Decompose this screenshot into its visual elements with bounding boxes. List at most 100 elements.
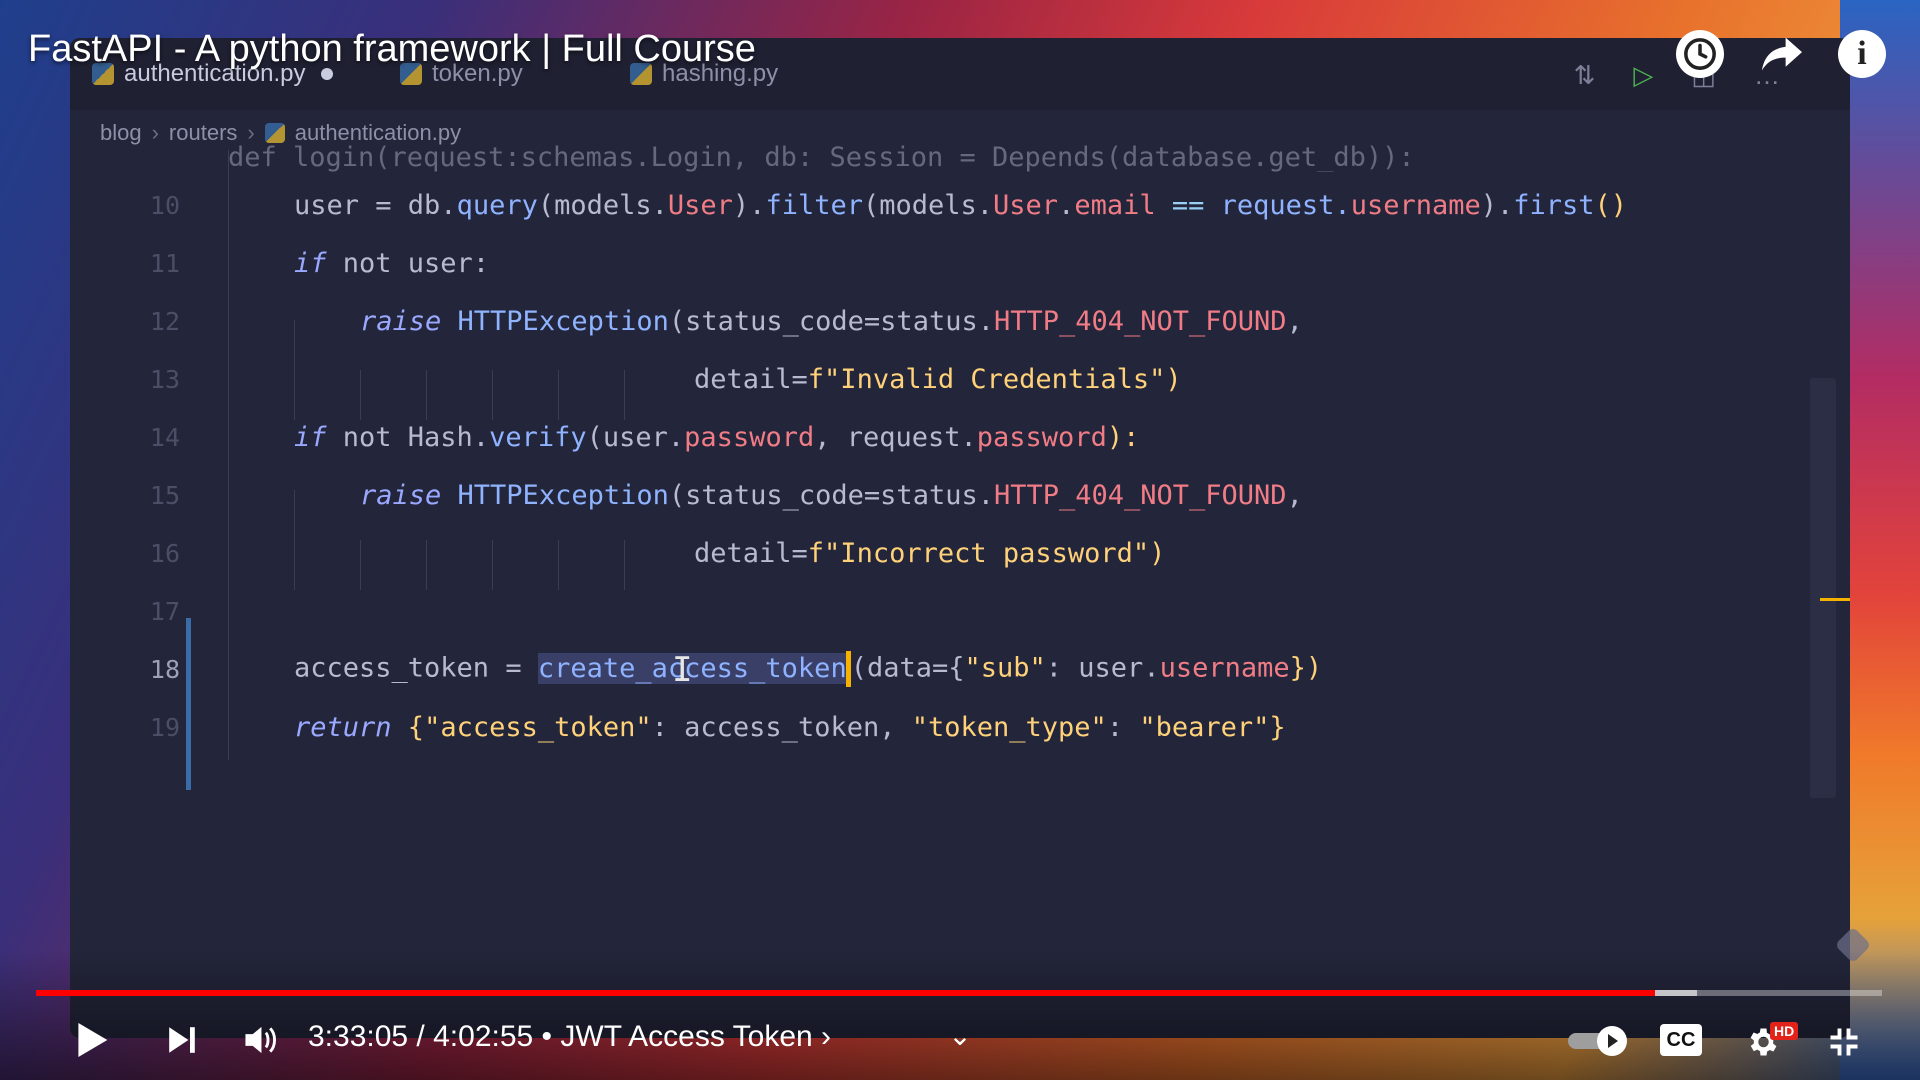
code-token: (user. xyxy=(586,421,685,453)
code-token: raise xyxy=(360,305,442,337)
code-token: : user. xyxy=(1045,652,1160,684)
line-number: 14 xyxy=(149,422,180,452)
code-token: request. xyxy=(1220,189,1351,221)
mouse-ibeam-cursor-icon: I xyxy=(672,650,693,690)
line-number: 15 xyxy=(149,480,180,510)
code-line-current: 18 access_token = create_access_token (da… xyxy=(70,640,1850,698)
code-editor-window: authentication.py token.py hashing.py ⇅ … xyxy=(70,38,1850,1038)
buffered-bar xyxy=(1654,990,1698,996)
code-token: f"Incorrect password" xyxy=(807,537,1150,569)
time-separator: / xyxy=(408,1020,434,1053)
code-token: first xyxy=(1513,189,1595,221)
run-icon[interactable]: ▷ xyxy=(1633,60,1653,91)
code-line: 16 detail=f"Incorrect password") xyxy=(70,524,1850,582)
line-number: 18 xyxy=(149,654,180,684)
code-line: 15 raise HTTPException(status_code=statu… xyxy=(70,466,1850,524)
code-token: detail= xyxy=(694,537,808,569)
code-line-partial: def login(request:schemas.Login, db: Ses… xyxy=(70,142,1850,172)
exit-fullscreen-icon[interactable] xyxy=(1822,1020,1866,1064)
code-line: 12 raise HTTPException(status_code=statu… xyxy=(70,292,1850,350)
code-token: HTTPException xyxy=(441,305,669,337)
code-token: . xyxy=(1058,189,1075,221)
code-token: raise xyxy=(360,479,442,511)
code-token: }) xyxy=(1289,652,1323,684)
code-token: verify xyxy=(489,421,587,453)
line-number: 13 xyxy=(149,364,180,394)
chapter-title[interactable]: • JWT Access Token › xyxy=(542,1020,831,1053)
code-token: () xyxy=(1594,189,1628,221)
code-token: User xyxy=(667,189,733,221)
code-token: username xyxy=(1159,652,1290,684)
code-token: (data={ xyxy=(850,652,965,684)
code-text: def login(request:schemas.Login, db: Ses… xyxy=(228,142,1415,172)
code-line: 14 if not Hash.verify(user.password, req… xyxy=(70,408,1850,466)
code-token: (models. xyxy=(862,189,994,221)
total-time: 4:02:55 xyxy=(433,1020,534,1053)
played-bar xyxy=(36,990,1655,996)
python-file-icon xyxy=(264,123,285,143)
video-progress-bar[interactable] xyxy=(36,990,1882,996)
captions-icon[interactable]: CC xyxy=(1660,1024,1702,1056)
code-token: (status_code=status. xyxy=(668,305,994,337)
current-time: 3:33:05 xyxy=(308,1020,409,1053)
line-number: 11 xyxy=(149,248,180,278)
next-icon[interactable] xyxy=(160,1018,204,1062)
code-token: ) xyxy=(1149,537,1166,569)
code-token: return xyxy=(294,711,392,743)
hd-badge: HD xyxy=(1770,1022,1799,1040)
player-controls-shade xyxy=(0,950,1920,1080)
code-line: 13 detail=f"Invalid Credentials") xyxy=(70,350,1850,408)
code-token: "sub" xyxy=(964,652,1046,684)
code-token: not user: xyxy=(326,247,490,279)
line-number: 10 xyxy=(149,190,180,220)
code-token: , request. xyxy=(814,421,977,453)
code-token: password xyxy=(684,421,815,453)
code-token: if xyxy=(294,421,327,453)
code-line: 17 xyxy=(70,582,1850,640)
code-token: "token_type" xyxy=(911,711,1107,743)
code-token: , xyxy=(1286,305,1303,337)
line-number: 12 xyxy=(149,306,180,336)
line-number: 19 xyxy=(149,712,180,742)
code-token: HTTP_404_NOT_FOUND xyxy=(993,305,1287,337)
scrollbar-cursor-marker xyxy=(1820,598,1850,601)
play-icon[interactable] xyxy=(70,1018,114,1062)
editor-scrollbar[interactable] xyxy=(1810,378,1836,798)
code-token: not Hash. xyxy=(326,421,490,453)
clock-icon[interactable] xyxy=(1676,30,1724,78)
code-line: 11 if not user: xyxy=(70,234,1850,292)
code-token: } xyxy=(1269,711,1286,743)
code-token: : access_token, xyxy=(651,711,912,743)
code-line: 19 return {"access_token": access_token,… xyxy=(70,698,1850,756)
code-token: : xyxy=(1106,711,1140,743)
chevron-down-icon[interactable]: ⌄ xyxy=(940,1020,980,1051)
code-token: , xyxy=(1286,479,1303,511)
code-token: HTTPException xyxy=(441,479,669,511)
code-line: 10 user = db.query(models.User).filter(m… xyxy=(70,176,1850,234)
code-token: access_token = xyxy=(294,652,538,684)
code-token: filter xyxy=(765,189,863,221)
compare-changes-icon[interactable]: ⇅ xyxy=(1574,60,1596,91)
code-token: ). xyxy=(1480,189,1514,221)
code-token: if xyxy=(294,247,327,279)
code-token: username xyxy=(1350,189,1481,221)
video-title[interactable]: FastAPI - A python framework | Full Cour… xyxy=(28,28,756,71)
code-token: == xyxy=(1155,189,1221,221)
code-token: { xyxy=(391,711,425,743)
code-token: ): xyxy=(1106,421,1140,453)
code-token: ). xyxy=(732,189,766,221)
code-token: "bearer" xyxy=(1139,711,1270,743)
code-token: User xyxy=(993,189,1059,221)
volume-icon[interactable] xyxy=(238,1018,282,1062)
code-token: query xyxy=(456,189,538,221)
autoplay-toggle-icon[interactable] xyxy=(1564,1022,1634,1060)
code-area[interactable]: def login(request:schemas.Login, db: Ses… xyxy=(70,142,1850,870)
wallpaper-edge xyxy=(1840,0,1920,1080)
time-display: 3:33:05 / 4:02:55 • JWT Access Token › xyxy=(308,1020,831,1054)
code-token: "access_token" xyxy=(424,711,652,743)
info-icon[interactable]: i xyxy=(1838,30,1886,78)
code-token: password xyxy=(976,421,1107,453)
share-icon[interactable] xyxy=(1758,30,1806,78)
code-token: f"Invalid Credentials" xyxy=(807,363,1166,395)
line-number: 16 xyxy=(149,538,180,568)
